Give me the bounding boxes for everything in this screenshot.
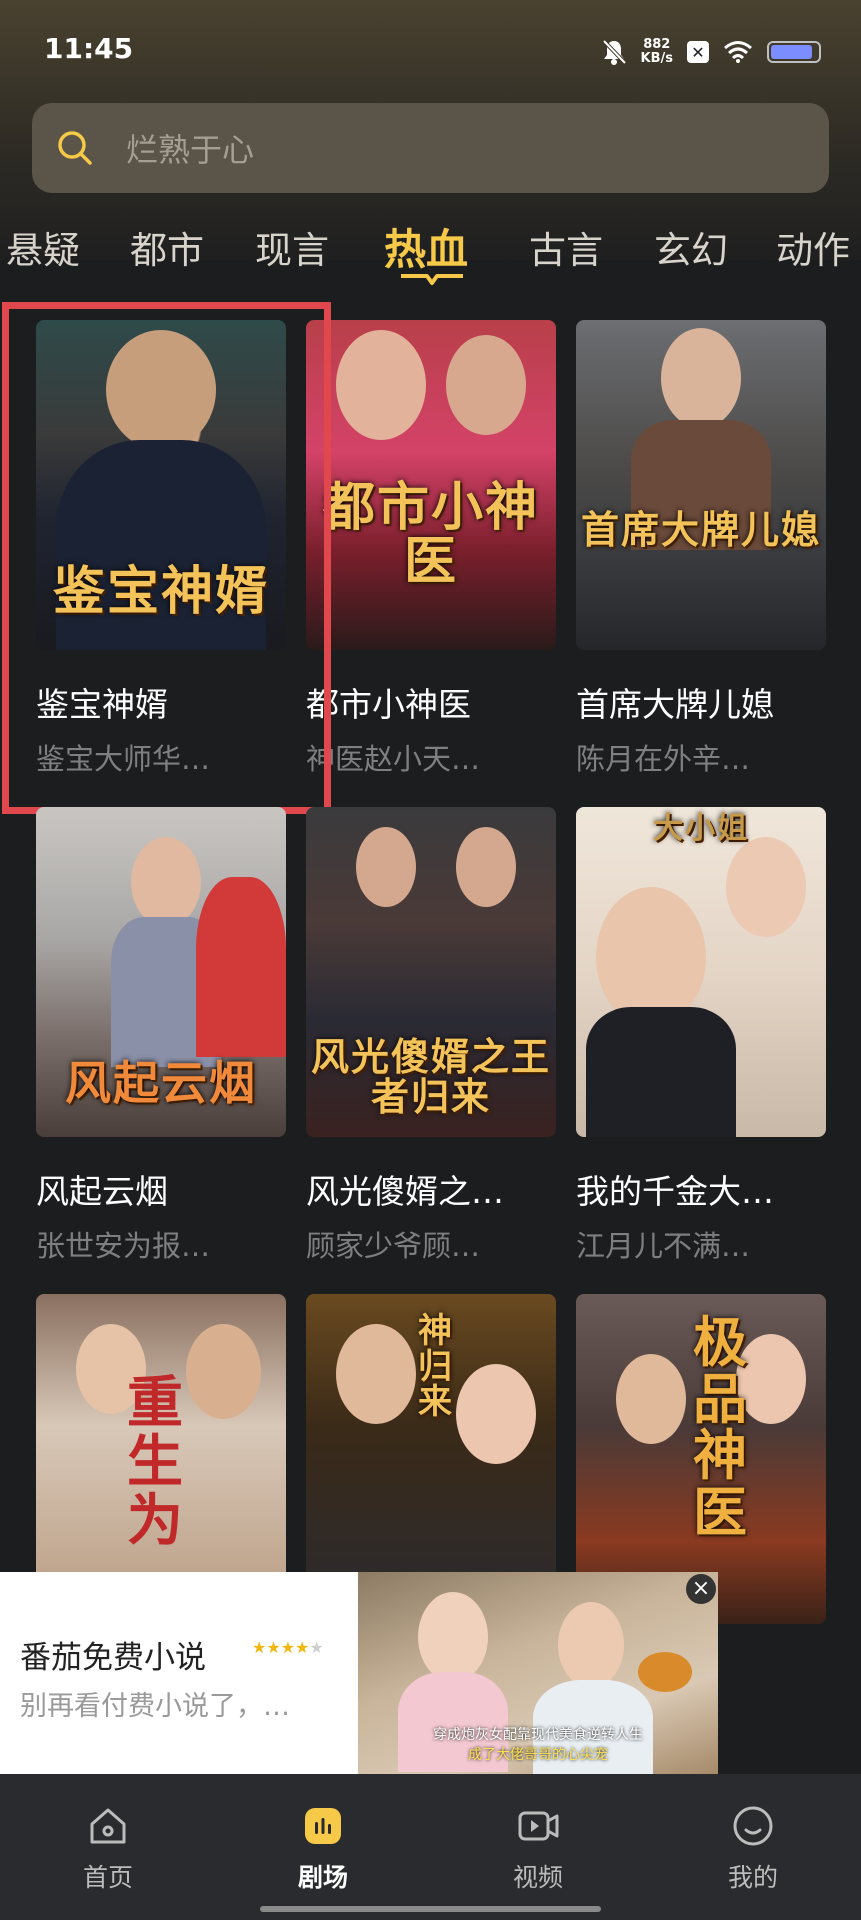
network-speed-value: 882 (643, 37, 671, 52)
active-tab-indicator (401, 274, 463, 285)
close-notification-icon: ✕ (687, 41, 709, 63)
portrait-face (596, 887, 706, 1027)
wifi-icon (724, 41, 752, 63)
tab-urban[interactable]: 都市 (130, 220, 204, 274)
tab-ancient-romance[interactable]: 古言 (529, 220, 603, 274)
nav-label: 剧场 (297, 1863, 348, 1892)
bottom-navigation: 首页 剧场 视频 我的 (0, 1774, 861, 1920)
drama-poster[interactable]: 风光傻婿之王者归来 (306, 807, 556, 1137)
drama-subtitle: 顾家少爷顾… (306, 1229, 481, 1263)
drama-title: 首席大牌儿媳 (576, 685, 774, 724)
tab-fantasy[interactable]: 玄幻 (654, 220, 728, 274)
network-speed: 882 KB/s (641, 38, 673, 66)
star-icon: ★ (252, 1638, 267, 1657)
ad-banner[interactable]: 番茄免费小说 ★★★★★ 别再看付费小说了，… 穿成炮灰女配靠现代美食逆转人生 … (0, 1572, 718, 1774)
poster-title: 都市小神医 (322, 476, 539, 593)
tab-action[interactable]: 动作 (776, 220, 850, 274)
battery-icon (767, 41, 821, 63)
portrait-face (558, 1602, 624, 1688)
battery-level (771, 45, 813, 59)
portrait-face (336, 330, 426, 440)
star-icon: ★ (280, 1638, 296, 1657)
portrait-face (456, 1364, 536, 1464)
poster-title: 大小姐 (653, 811, 749, 846)
food-image (638, 1652, 692, 1692)
network-speed-unit: KB/s (640, 51, 673, 66)
selection-highlight (2, 302, 331, 814)
video-icon (518, 1811, 559, 1841)
portrait-face (446, 335, 526, 435)
tab-suspense[interactable]: 悬疑 (6, 220, 80, 274)
nav-label: 首页 (82, 1863, 133, 1892)
drama-subtitle: 张世安为报… (36, 1229, 211, 1263)
star-icon: ★ (266, 1638, 281, 1657)
poster-title: 首席大牌儿媳 (580, 507, 821, 553)
portrait-face (356, 827, 416, 907)
portrait-face (131, 837, 201, 927)
ad-description: 别再看付费小说了，… (20, 1691, 290, 1722)
search-placeholder: 烂熟于心 (126, 131, 255, 169)
drama-title: 风起云烟 (36, 1172, 168, 1211)
ad-text-panel[interactable]: 番茄免费小说 ★★★★★ 别再看付费小说了，… (0, 1572, 358, 1774)
poster-title: 风起云烟 (65, 1055, 257, 1110)
drama-subtitle: 江月儿不满… (576, 1229, 751, 1263)
drama-subtitle: 神医赵小天… (306, 742, 481, 776)
ad-caption: 成了大佬哥哥的心尖宠 (468, 1747, 608, 1763)
drama-poster[interactable]: 大小姐 (576, 807, 826, 1137)
ad-image[interactable]: 穿成炮灰女配靠现代美食逆转人生 成了大佬哥哥的心尖宠 × (358, 1572, 718, 1774)
star-empty-icon: ★ (309, 1638, 324, 1657)
drama-title: 都市小神医 (306, 685, 471, 724)
drama-card[interactable]: 首席大牌儿媳 首席大牌儿媳 陈月在外辛… (576, 320, 826, 778)
search-icon (58, 131, 92, 165)
status-bar: 11:45 882 KB/s ✕ (0, 0, 861, 100)
home-icon (90, 1808, 126, 1844)
theater-icon (305, 1808, 341, 1844)
nav-label: 我的 (727, 1863, 778, 1892)
nav-video[interactable]: 视频 (478, 1804, 598, 1894)
profile-icon (733, 1806, 773, 1846)
nav-label: 视频 (512, 1863, 563, 1892)
poster-title: 极品神医 (693, 1310, 749, 1545)
nav-theater[interactable]: 剧场 (263, 1804, 383, 1894)
ad-rating: ★★★★★ (252, 1638, 324, 1657)
portrait-body (196, 877, 286, 1057)
drama-card[interactable]: 都市小神医 都市小神医 神医赵小天… (306, 320, 556, 778)
nav-profile[interactable]: 我的 (693, 1804, 813, 1894)
portrait-face (418, 1592, 488, 1682)
ad-caption: 穿成炮灰女配靠现代美食逆转人生 (433, 1727, 643, 1743)
drama-card[interactable]: 风起云烟 风起云烟 张世安为报… (36, 807, 286, 1265)
poster-title: 神归来 (418, 1311, 454, 1423)
portrait-face (661, 328, 741, 428)
drama-title: 风光傻婿之… (306, 1172, 504, 1211)
ad-title: 番茄免费小说 (20, 1640, 206, 1676)
drama-card[interactable]: 风光傻婿之王者归来 风光傻婿之… 顾家少爷顾… (306, 807, 556, 1265)
drama-card[interactable]: 大小姐 我的千金大… 江月儿不满… (576, 807, 826, 1265)
poster-title: 风光傻婿之王者归来 (310, 1034, 551, 1120)
status-icons: 882 KB/s ✕ (601, 32, 821, 72)
portrait-face (616, 1354, 686, 1444)
home-indicator[interactable] (260, 1906, 601, 1912)
search-bar[interactable]: 烂熟于心 (32, 103, 829, 193)
drama-poster[interactable]: 首席大牌儿媳 (576, 320, 826, 650)
drama-subtitle: 陈月在外辛… (576, 742, 751, 776)
portrait-face (456, 827, 516, 907)
status-time: 11:45 (44, 32, 134, 65)
drama-title: 我的千金大… (576, 1172, 774, 1211)
drama-poster[interactable]: 都市小神医 (306, 320, 556, 650)
bell-off-icon (602, 39, 626, 65)
tab-modern-romance[interactable]: 现言 (255, 220, 329, 274)
portrait-body (586, 1007, 736, 1137)
ad-close-icon[interactable]: × (686, 1574, 716, 1604)
portrait-face (336, 1324, 416, 1424)
portrait-face (186, 1324, 261, 1419)
portrait-face (726, 837, 806, 937)
star-icon: ★ (295, 1638, 310, 1657)
tab-hot-blood[interactable]: 热血 (384, 216, 468, 277)
poster-title: 重生为 (127, 1370, 185, 1554)
drama-poster[interactable]: 风起云烟 (36, 807, 286, 1137)
nav-home[interactable]: 首页 (48, 1804, 168, 1894)
